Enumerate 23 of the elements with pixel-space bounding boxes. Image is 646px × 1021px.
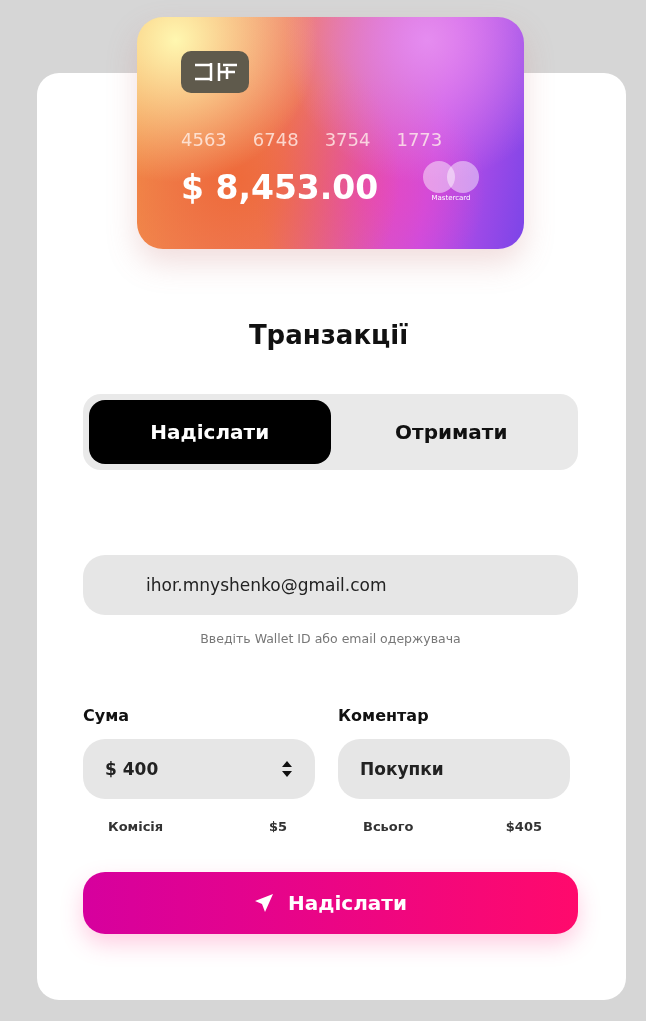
recipient-hint: Введіть Wallet ID або email одержувача: [199, 631, 462, 646]
amount-field[interactable]: $ 400: [83, 739, 315, 799]
comment-label: Коментар: [338, 706, 430, 725]
card-balance: $ 8,453.00: [181, 168, 379, 207]
card-number-group: 3754: [324, 129, 371, 150]
fee-label: Комісія: [108, 819, 164, 834]
card-number-group: 4563: [181, 129, 227, 150]
fee-value: $5: [268, 819, 287, 834]
amount-value: $ 400: [105, 759, 159, 779]
comment-field[interactable]: Покупки: [338, 739, 570, 799]
send-button[interactable]: Надіслати: [83, 872, 578, 934]
card-number-group: 1773: [396, 129, 443, 150]
total-label: Всього: [363, 819, 414, 834]
send-icon: [254, 893, 275, 913]
card-brand-icon: [422, 160, 480, 194]
tab[interactable]: Отримати: [330, 400, 572, 464]
recipient-field[interactable]: ihor.mnyshenko@gmail.com: [83, 555, 578, 615]
card-number-group: 6748: [252, 129, 299, 150]
amount-label: Сума: [83, 706, 131, 725]
tab[interactable]: Надіслати: [89, 400, 331, 464]
stepper-icon[interactable]: [281, 760, 293, 778]
total-value: $405: [505, 819, 542, 834]
page-title: Транзакції: [247, 320, 410, 350]
